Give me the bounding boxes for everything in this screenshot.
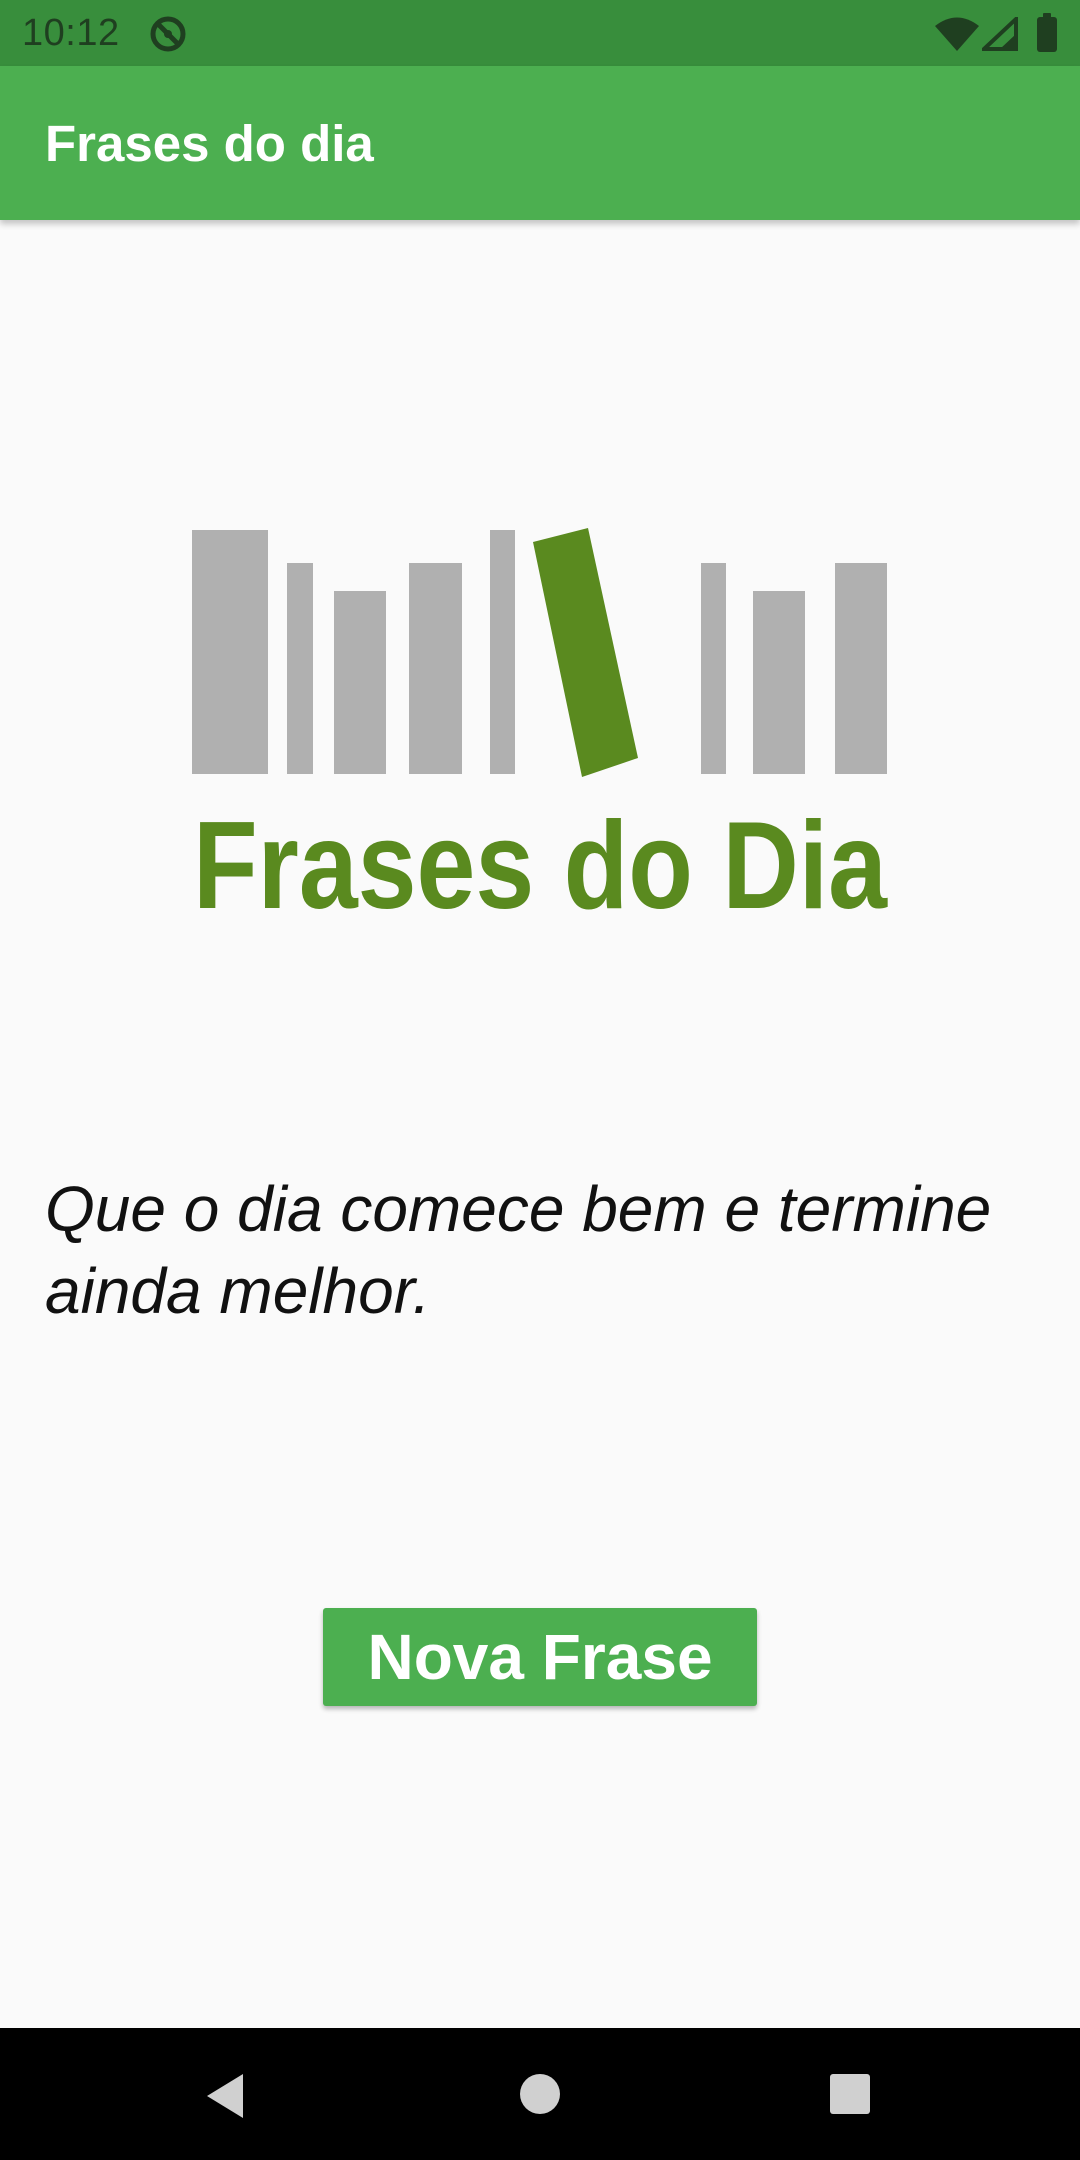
logo-wordmark: Frases do Dia [193, 797, 888, 920]
status-time: 10:12 [22, 12, 120, 54]
status-bar: 10:12 [0, 0, 1080, 66]
battery-icon [1037, 13, 1057, 52]
cellular-signal-icon [982, 17, 1018, 51]
navigation-bar [0, 2028, 1080, 2160]
home-icon[interactable] [519, 2073, 561, 2115]
daily-quote: Que o dia comece bem e termine ainda mel… [45, 1173, 992, 1327]
recents-icon[interactable] [829, 2073, 871, 2115]
wifi-icon [935, 17, 979, 51]
sync-icon [150, 16, 186, 52]
logo-bars [192, 528, 887, 777]
app-title: Frases do dia [45, 115, 374, 172]
back-icon[interactable] [203, 2072, 247, 2120]
frases-do-dia-logo: Frases do Dia [192, 528, 888, 920]
app-bar: Frases do dia [0, 66, 1080, 220]
app-screen: 10:12 Frases do dia Frases do Dia Que o … [0, 0, 1080, 2160]
new-phrase-button[interactable]: Nova Frase [323, 1608, 757, 1706]
